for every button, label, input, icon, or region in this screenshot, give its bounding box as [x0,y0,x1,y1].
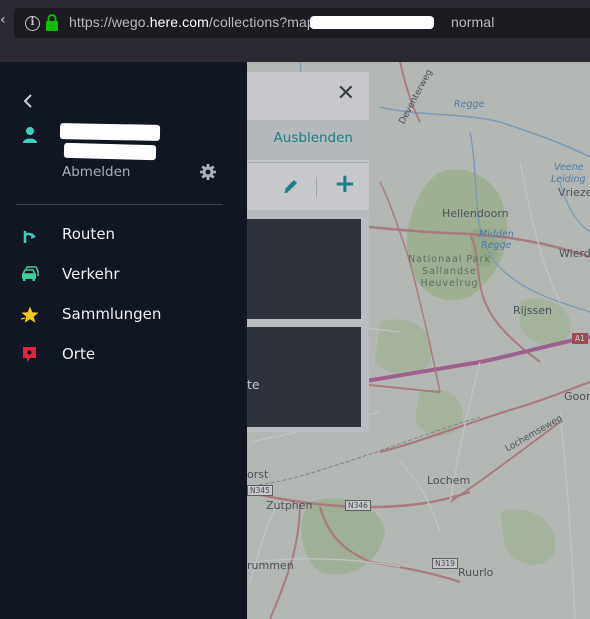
collection-card-text: te [247,377,260,392]
address-bar[interactable]: i https://wego.here.com/collections?map=… [14,8,590,38]
sidebar-divider [16,204,223,205]
sidebar-item-label: Orte [62,345,96,363]
site-info-icon[interactable]: i [25,16,40,31]
pencil-icon[interactable] [282,177,300,195]
browser-menu-edge-icon[interactable]: ‹ [0,12,6,32]
gear-icon[interactable] [199,163,217,181]
username-redaction [59,123,161,141]
sidebar-item-label: Verkehr [62,265,120,283]
toolbar-divider [316,177,317,197]
close-icon[interactable]: ✕ [337,83,355,105]
route-icon [23,231,36,243]
sidebar-item-places[interactable]: Orte [0,338,247,372]
sidebar-item-label: Routen [62,225,116,243]
traffic-car-icon [21,266,39,281]
user-icon [23,127,37,143]
sidebar: Abmelden Routen Verkehr Sammlungen Orte [0,62,247,619]
star-icon [20,306,39,323]
add-icon[interactable]: + [334,171,356,197]
email-redaction [63,142,157,161]
url-path: /collections?map= [208,14,324,30]
url-host: here.com [149,14,209,30]
place-pin-icon [23,347,36,362]
sidebar-item-routes[interactable]: Routen [0,218,247,252]
url-redaction [310,16,434,29]
url-prefix: https://wego. [69,14,150,30]
sidebar-item-traffic[interactable]: Verkehr [0,258,247,292]
signout-link[interactable]: Abmelden [62,164,130,180]
sidebar-item-label: Sammlungen [62,305,162,323]
back-chevron-icon[interactable] [20,92,38,110]
lock-icon[interactable] [45,14,59,31]
hide-button[interactable]: Ausblenden [274,130,353,146]
url-suffix: normal [451,14,495,30]
sidebar-item-collections[interactable]: Sammlungen [0,298,247,332]
browser-toolbar: ‹ i https://wego.here.com/collections?ma… [0,0,590,62]
